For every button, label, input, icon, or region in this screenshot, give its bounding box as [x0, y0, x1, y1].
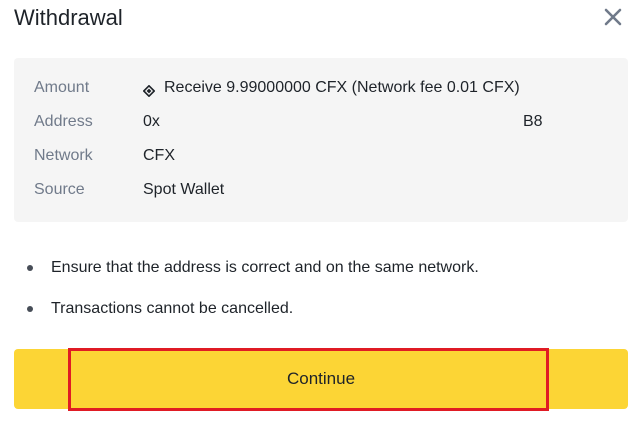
amount-value: Receive 9.99000000 CFX (Network fee 0.01…: [164, 79, 520, 96]
receive-diamond-icon: [142, 81, 156, 98]
bullet-icon: [27, 265, 33, 271]
note-item: Transactions cannot be cancelled.: [20, 297, 293, 321]
note-text: Ensure that the address is correct and o…: [51, 259, 479, 276]
network-row: Network CFX: [34, 144, 175, 168]
address-label: Address: [34, 113, 93, 130]
source-value: Spot Wallet: [143, 181, 225, 198]
close-icon[interactable]: [602, 6, 624, 28]
network-value: CFX: [143, 147, 175, 164]
dialog-title: Withdrawal: [14, 5, 123, 30]
highlight-box: [68, 348, 549, 411]
source-label: Source: [34, 181, 85, 198]
continue-button[interactable]: Continue: [14, 348, 628, 411]
bullet-icon: [27, 306, 33, 312]
note-item: Ensure that the address is correct and o…: [20, 256, 479, 280]
amount-row: Amount Receive 9.99000000 CFX (Network f…: [34, 76, 520, 100]
amount-value-group: Receive 9.99000000 CFX (Network fee 0.01…: [142, 76, 520, 100]
amount-label: Amount: [34, 79, 90, 96]
withdrawal-summary: Amount Receive 9.99000000 CFX (Network f…: [14, 58, 628, 222]
withdrawal-dialog: Withdrawal Amount Receive 9.99000000 CFX…: [0, 0, 640, 429]
address-value-end: B8: [523, 113, 543, 130]
source-row: Source Spot Wallet: [34, 178, 224, 202]
note-text: Transactions cannot be cancelled.: [51, 300, 294, 317]
address-row: Address 0x: [34, 110, 554, 134]
network-label: Network: [34, 147, 93, 164]
address-value-start: 0x: [143, 113, 160, 130]
